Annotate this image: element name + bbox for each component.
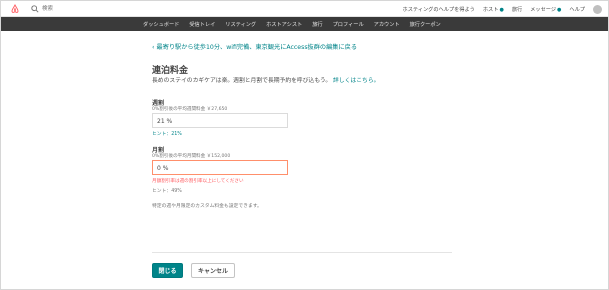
help-link[interactable]: ヘルプ <box>569 6 585 13</box>
weekly-hint-link[interactable]: ヒント：21% <box>152 130 182 137</box>
messages-label: メッセージ <box>530 6 557 13</box>
custom-price-note: 特定の週や月限定のカスタム料金も設定できます。 <box>152 204 262 209</box>
nav-item-travel-coupon[interactable]: 旅行クーポン <box>410 21 441 28</box>
monthly-average-price: 0%割引後の平均月間料金 ￥152,000 <box>152 154 231 159</box>
nav-item-host-assist[interactable]: ホストアシスト <box>266 21 302 28</box>
description-text: 長めのステイのカギケアは楽。週割と月割で長期予約を呼び込もう。 <box>152 78 332 84</box>
top-links: ホスティングのヘルプを得よう ホスト● 旅行 メッセージ● ヘルプ <box>403 1 602 17</box>
host-menu[interactable]: ホスト● <box>483 6 504 13</box>
nav-item-account[interactable]: アカウント <box>374 21 400 28</box>
search-input[interactable] <box>42 3 192 14</box>
messages-menu[interactable]: メッセージ● <box>530 6 561 13</box>
search-icon <box>31 5 39 13</box>
avatar[interactable] <box>593 4 602 14</box>
weekly-discount-field[interactable] <box>152 113 288 128</box>
learn-more-link[interactable]: 詳しくはこちら。 <box>333 78 379 84</box>
nav-bar: ダッシュボード 受信トレイ リスティング ホストアシスト 旅行 プロフィール ア… <box>1 17 608 31</box>
monthly-error-message: 月額割引率は週の割引率以上にしてください <box>152 179 244 184</box>
nav-item-profile[interactable]: プロフィール <box>333 21 364 28</box>
host-menu-label: ホスト <box>482 6 499 13</box>
cancel-button[interactable]: キャンセル <box>191 263 235 278</box>
trips-link[interactable]: 旅行 <box>512 6 522 13</box>
close-button[interactable]: 閉じる <box>152 263 183 278</box>
hosting-help-link[interactable]: ホスティングのヘルプを得よう <box>403 6 475 13</box>
page-description: 長めのステイのカギケアは楽。週割と月割で長期予約を呼び込もう。 詳しくはこちら。 <box>152 75 379 84</box>
notification-dot-icon: ● <box>557 6 562 13</box>
weekly-average-price: 0%割引後の平均週間料金 ￥27,650 <box>152 107 228 112</box>
nav-item-dashboard[interactable]: ダッシュボード <box>143 21 179 28</box>
weekly-discount-input[interactable] <box>157 117 277 125</box>
nav-item-trips[interactable]: 旅行 <box>312 21 322 28</box>
nav-item-inbox[interactable]: 受信トレイ <box>189 21 215 28</box>
back-link-label: 最寄り駅から徒歩10分、wifi完備、東京観光にAccess抜群の編集に戻る <box>156 44 358 51</box>
monthly-hint: ヒント：49% <box>152 189 182 194</box>
chevron-left-icon: ‹ <box>152 44 155 51</box>
back-link[interactable]: ‹ 最寄り駅から徒歩10分、wifi完備、東京観光にAccess抜群の編集に戻る <box>152 42 357 51</box>
nav-item-listings[interactable]: リスティング <box>225 21 256 28</box>
notification-dot-icon: ● <box>499 6 504 13</box>
footer-divider <box>152 252 452 253</box>
monthly-discount-input[interactable] <box>157 164 277 172</box>
airbnb-logo-icon[interactable] <box>10 4 20 14</box>
top-bar: ホスティングのヘルプを得よう ホスト● 旅行 メッセージ● ヘルプ <box>1 1 608 17</box>
monthly-discount-field[interactable] <box>152 160 288 175</box>
